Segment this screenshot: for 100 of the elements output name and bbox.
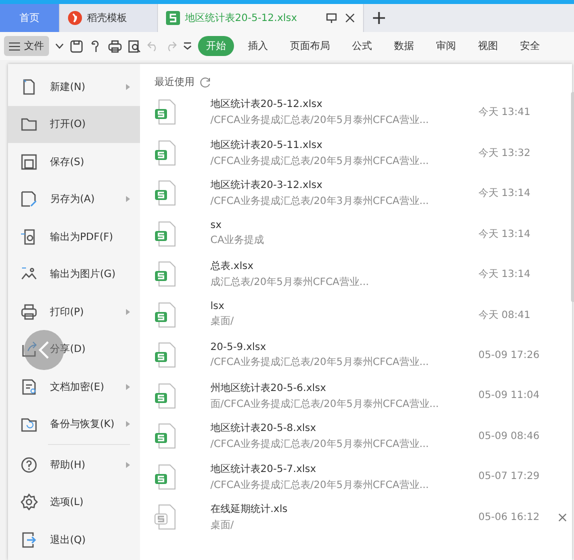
file-path: /CFCA业务提成汇总表/20年5月泰州CFCA营业... bbox=[210, 478, 430, 492]
exit-icon bbox=[20, 530, 38, 549]
recent-file-row[interactable]: 地区统计表20-5-11.xlsx /CFCA业务提成汇总表/20年5月泰州CFCA营业... 今天 13:32 bbox=[154, 132, 574, 173]
file-path: 桌面/ bbox=[210, 314, 235, 328]
menu-label: 打印(P) bbox=[50, 306, 84, 319]
file-path: 桌面/ bbox=[210, 518, 235, 532]
refresh-icon[interactable] bbox=[200, 76, 212, 88]
menu-label: 打开(O) bbox=[50, 118, 86, 132]
file-time: 05-07 17:29 bbox=[478, 471, 540, 482]
spreadsheet-file-icon bbox=[154, 302, 176, 328]
document-lock-icon bbox=[20, 378, 38, 396]
file-time: 今天 13:14 bbox=[478, 187, 532, 200]
monitor-icon[interactable] bbox=[326, 12, 337, 24]
more-icon[interactable] bbox=[183, 42, 192, 50]
file-name: 地区统计表20-5-8.xlsx bbox=[210, 422, 318, 436]
menu-label: 帮助(H) bbox=[50, 458, 86, 472]
menu-label: 选项(L) bbox=[50, 496, 84, 510]
menu-item[interactable]: 打印(P) bbox=[8, 293, 140, 330]
menu-item[interactable]: 退出(Q) bbox=[8, 521, 140, 558]
print-preview-icon[interactable] bbox=[128, 40, 141, 52]
ribbon-tab[interactable]: 数据 bbox=[386, 36, 422, 56]
file-name: 20-5-9.xlsx bbox=[210, 342, 268, 353]
file-name: 地区统计表20-5-12.xlsx bbox=[210, 98, 324, 112]
recent-file-row[interactable]: 20-5-9.xlsx /CFCA业务提成汇总表/20年5月泰州CFCA营业... 05-09 17:26 bbox=[154, 335, 574, 376]
ribbon-tab[interactable]: 安全 bbox=[512, 36, 548, 56]
ribbon-tab[interactable]: 视图 bbox=[470, 36, 506, 56]
file-path: CA业务提成 bbox=[210, 234, 266, 248]
menu-label: 文档加密(E) bbox=[50, 380, 104, 394]
print-icon[interactable] bbox=[108, 40, 122, 52]
close-icon[interactable] bbox=[558, 512, 568, 522]
ribbon-tab[interactable]: 页面布局 bbox=[282, 36, 338, 56]
save-icon[interactable] bbox=[70, 40, 83, 52]
scrollbar[interactable] bbox=[571, 92, 574, 302]
recent-file-row[interactable]: 地区统计表20-5-12.xlsx /CFCA业务提成汇总表/20年5月泰州CFCA营业... 今天 13:41 bbox=[154, 92, 574, 132]
file-path: 成汇总表/20年5月泰州CFCA营业... bbox=[210, 276, 370, 290]
spreadsheet-file-icon bbox=[154, 382, 176, 409]
recent-file-row[interactable]: 地区统计表20-5-8.xlsx /CFCA业务提成汇总表/20年5月泰州CFCA营业... 05-09 08:46 bbox=[154, 416, 574, 456]
close-icon[interactable] bbox=[345, 13, 355, 23]
recent-file-row[interactable]: 地区统计表20-5-7.xlsx /CFCA业务提成汇总表/20年5月泰州CFCA营业... 05-07 17:29 bbox=[154, 456, 574, 497]
menu-item[interactable]: 打开(O) bbox=[8, 106, 140, 143]
menu-item[interactable]: 另存为(A) bbox=[8, 180, 140, 218]
menu-item[interactable]: 保存(S) bbox=[8, 143, 140, 180]
file-menu-button[interactable]: 文件 bbox=[4, 36, 49, 56]
menu-label: 输出为图片(G) bbox=[50, 268, 116, 282]
recent-file-row[interactable]: 在线延期统计.xls 桌面/ 05-06 16:12 bbox=[154, 497, 574, 538]
recent-file-row[interactable]: 地区统计表20-3-12.xlsx /CFCA业务提成汇总表/20年3月泰州CFCA营业... 今天 13:14 bbox=[154, 173, 574, 214]
document-tab[interactable]: 稻壳模板 bbox=[60, 4, 158, 32]
menu-item[interactable]: 备份与恢复(K) bbox=[8, 406, 140, 443]
help-icon bbox=[20, 456, 38, 474]
menu-label: 另存为(A) bbox=[50, 192, 95, 206]
file-path: 面/CFCA业务提成汇总表/20年5月泰州CFCA营业... bbox=[210, 398, 440, 411]
spreadsheet-file-icon bbox=[154, 464, 176, 490]
menu-label: 新建(N) bbox=[50, 80, 86, 94]
chevron-down-icon[interactable] bbox=[55, 43, 64, 49]
spreadsheet-logo-icon bbox=[166, 11, 180, 25]
menu-item[interactable]: 输出为PDF(F) bbox=[8, 218, 140, 256]
menu-item[interactable]: 输出为图片(G) bbox=[8, 256, 140, 293]
file-time: 今天 13:41 bbox=[478, 106, 532, 120]
file-path: /CFCA业务提成汇总表/20年5月泰州CFCA营业... bbox=[210, 356, 430, 369]
menu-label: 输出为PDF(F) bbox=[50, 230, 114, 244]
recent-file-row[interactable]: 州地区统计表20-5-6.xlsx 面/CFCA业务提成汇总表/20年5月泰州CFCA营业... 05-09 11:04 bbox=[154, 376, 574, 416]
flame-logo-icon bbox=[68, 11, 82, 25]
file-name: 在线延期统计.xls bbox=[210, 502, 288, 516]
file-name: sx bbox=[210, 220, 223, 232]
menu-item[interactable]: 新建(N) bbox=[8, 68, 140, 106]
save-icon bbox=[20, 152, 38, 171]
file-name: 地区统计表20-5-7.xlsx bbox=[210, 462, 318, 476]
menu-item[interactable]: 文档加密(E) bbox=[8, 368, 140, 406]
file-time: 05-09 11:04 bbox=[478, 390, 540, 402]
file-time: 05-09 17:26 bbox=[478, 350, 540, 361]
file-name: 总表.xlsx bbox=[210, 260, 254, 274]
file-time: 今天 08:41 bbox=[478, 308, 532, 322]
spreadsheet-file-icon bbox=[154, 220, 176, 247]
menu-label: 退出(Q) bbox=[50, 534, 86, 547]
file-path: /CFCA业务提成汇总表/20年5月泰州CFCA营业... bbox=[210, 154, 430, 168]
recent-file-row[interactable]: sx CA业务提成 今天 13:14 bbox=[154, 214, 574, 254]
file-name: 地区统计表20-5-11.xlsx bbox=[210, 138, 324, 152]
ribbon-tab[interactable]: 插入 bbox=[240, 36, 276, 56]
ribbon-tab[interactable]: 审阅 bbox=[428, 36, 464, 56]
spreadsheet-file-icon bbox=[154, 180, 176, 206]
file-path: /CFCA业务提成汇总表/20年3月泰州CFCA营业... bbox=[210, 194, 430, 208]
file-path: /CFCA业务提成汇总表/20年5月泰州CFCA营业... bbox=[210, 114, 430, 128]
file-time: 今天 13:32 bbox=[478, 146, 532, 160]
recent-file-row[interactable]: lsx 桌面/ 今天 08:41 bbox=[154, 294, 574, 335]
menu-label: 保存(S) bbox=[50, 156, 84, 169]
recent-file-row[interactable]: 总表.xlsx 成汇总表/20年5月泰州CFCA营业... 今天 13:14 bbox=[154, 254, 574, 294]
menu-item[interactable]: 分享(D) bbox=[8, 330, 140, 368]
file-name: lsx bbox=[210, 301, 226, 312]
menu-item[interactable]: 选项(L) bbox=[8, 484, 140, 521]
ribbon-tab[interactable]: 公式 bbox=[344, 36, 380, 56]
save-as-icon bbox=[20, 190, 38, 208]
add-tab-icon[interactable] bbox=[373, 12, 385, 24]
chevron-left-icon bbox=[38, 341, 50, 359]
file-path: /CFCA业务提成汇总表/20年5月泰州CFCA营业... bbox=[210, 438, 430, 452]
printer-icon bbox=[20, 302, 38, 321]
settings-icon bbox=[20, 493, 38, 512]
spreadsheet-file-icon bbox=[154, 342, 176, 368]
menu-item[interactable]: 帮助(H) bbox=[8, 446, 140, 484]
file-name: 州地区统计表20-5-6.xlsx bbox=[210, 382, 328, 395]
file-name: 地区统计表20-3-12.xlsx bbox=[210, 178, 324, 192]
